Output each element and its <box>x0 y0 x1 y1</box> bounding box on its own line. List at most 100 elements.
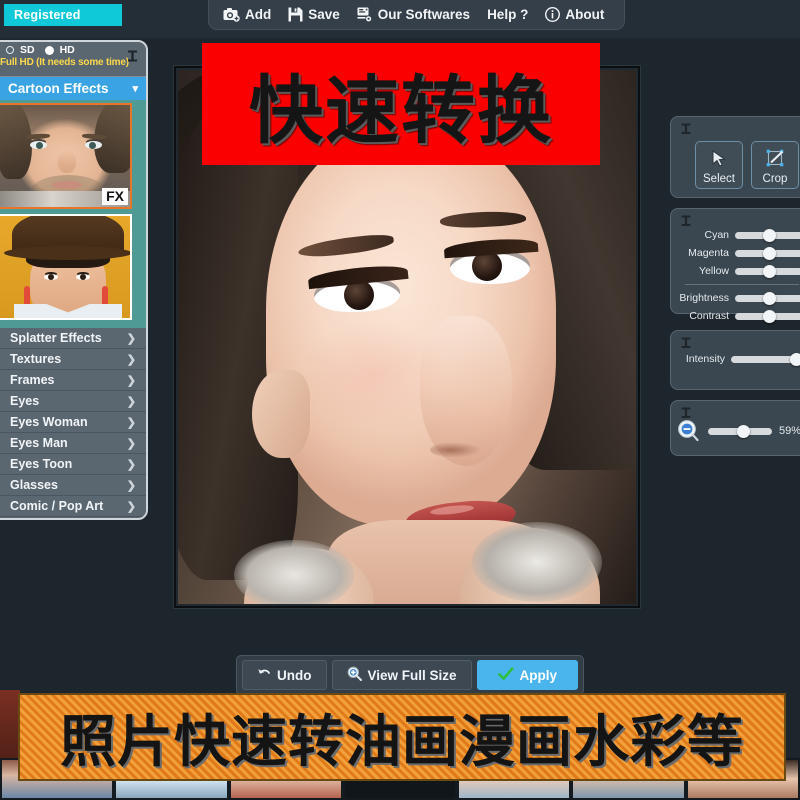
view-full-size-label: View Full Size <box>367 667 457 683</box>
promo-banner-bottom: 照片快速转油画漫画水彩等 <box>18 693 786 781</box>
slider-row-yellow: Yellow <box>677 263 800 279</box>
slider-knob[interactable] <box>762 228 776 242</box>
pin-icon[interactable] <box>127 50 138 67</box>
pin-icon[interactable] <box>681 123 691 139</box>
brightness-slider[interactable] <box>735 291 800 305</box>
sidebar-item-label: Eyes Man <box>10 436 68 450</box>
menu-item-label: About <box>565 7 605 22</box>
chevron-right-icon: ❯ <box>126 332 136 345</box>
contrast-label: Contrast <box>689 310 729 322</box>
sidebar-item-label: Textures <box>10 352 62 366</box>
sidebar-item-label: Eyes <box>10 394 40 408</box>
quality-selector: SD HD Full HD (It needs some time) <box>0 42 146 76</box>
chevron-right-icon: ❯ <box>126 353 136 366</box>
sidebar-item-label: Eyes Woman <box>10 415 88 429</box>
menu-item-label: Save <box>308 7 340 22</box>
brightness-label: Brightness <box>679 292 729 304</box>
menu-item-label: Add <box>245 7 272 22</box>
sidebar-item-label: Splatter Effects <box>10 331 102 345</box>
slider-row-intensity: Intensity <box>677 351 800 367</box>
action-button-bar: Undo View Full Size Apply <box>236 655 584 695</box>
menu-item-save[interactable]: Save <box>288 7 340 22</box>
sidebar-item-glasses[interactable]: Glasses ❯ <box>0 475 146 496</box>
sidebar-item-splatter-effects[interactable]: Splatter Effects ❯ <box>0 328 146 349</box>
chevron-right-icon: ❯ <box>126 437 136 450</box>
view-full-size-button[interactable]: View Full Size <box>331 660 472 690</box>
slider-knob[interactable] <box>762 291 776 305</box>
cyan-slider[interactable] <box>735 228 800 242</box>
slider-row-contrast: Contrast <box>677 308 800 324</box>
slider-knob[interactable] <box>762 264 776 278</box>
crop-tool-button[interactable]: Crop <box>751 141 799 189</box>
sidebar-item-label: Comic / Pop Art <box>10 499 104 513</box>
main-menu: Add Save Our Softwares Help ? About <box>208 0 625 30</box>
sidebar-item-label: Eyes Toon <box>10 457 73 471</box>
category-header-label: Cartoon Effects <box>8 81 109 96</box>
category-header-cartoon-effects[interactable]: Cartoon Effects ▾ <box>0 76 146 100</box>
check-icon <box>497 666 514 684</box>
sd-label: SD <box>20 44 35 56</box>
sidebar-item-eyes[interactable]: Eyes ❯ <box>0 391 146 412</box>
effect-thumbnail-2[interactable] <box>0 214 132 320</box>
yellow-label: Yellow <box>699 265 729 277</box>
info-circle-icon <box>545 6 561 23</box>
promo-banner-top: 快速转换 <box>202 43 600 165</box>
effects-sidebar: SD HD Full HD (It needs some time) Carto… <box>0 40 148 520</box>
menu-item-our-softwares[interactable]: Our Softwares <box>357 7 470 22</box>
undo-arrow-icon <box>257 667 271 683</box>
yellow-slider[interactable] <box>735 264 800 278</box>
portrait-illustration-2 <box>0 216 130 318</box>
registered-badge: Registered <box>4 4 122 26</box>
pin-icon[interactable] <box>681 215 691 231</box>
sidebar-item-frames[interactable]: Frames ❯ <box>0 370 146 391</box>
hd-radio[interactable] <box>44 45 54 55</box>
chevron-down-icon: ▾ <box>132 83 138 95</box>
apply-button[interactable]: Apply <box>476 660 578 690</box>
floppy-disk-icon <box>288 7 303 22</box>
chevron-right-icon: ❯ <box>126 416 136 429</box>
pin-icon[interactable] <box>681 407 691 423</box>
slider-knob[interactable] <box>790 352 800 366</box>
chevron-right-icon: ❯ <box>126 500 136 513</box>
chevron-right-icon: ❯ <box>126 374 136 387</box>
pin-icon[interactable] <box>681 337 691 353</box>
intensity-slider[interactable] <box>731 352 800 366</box>
effect-thumbnail-1[interactable]: FX <box>0 103 132 209</box>
slider-knob[interactable] <box>762 246 776 260</box>
apply-button-label: Apply <box>519 667 558 683</box>
select-tool-label: Select <box>703 173 735 185</box>
magnifier-plus-icon <box>347 666 362 684</box>
crop-icon <box>766 149 785 173</box>
sidebar-item-textures[interactable]: Textures ❯ <box>0 349 146 370</box>
select-tool-button[interactable]: Select <box>695 141 743 189</box>
undo-button[interactable]: Undo <box>242 660 327 690</box>
slider-knob[interactable] <box>762 309 776 323</box>
zoom-slider[interactable] <box>708 424 772 438</box>
sd-radio[interactable] <box>6 46 14 54</box>
monitor-icon <box>357 7 373 22</box>
menu-item-label: Our Softwares <box>377 7 471 22</box>
sidebar-item-eyes-toon[interactable]: Eyes Toon ❯ <box>0 454 146 475</box>
menu-item-about[interactable]: About <box>545 6 605 23</box>
sidebar-item-label: Glasses <box>10 478 58 492</box>
menu-item-help[interactable]: Help ? <box>487 7 528 22</box>
effect-thumbnail-list: FX <box>0 100 146 328</box>
sidebar-item-eyes-man[interactable]: Eyes Man ❯ <box>0 433 146 454</box>
panel-divider <box>685 284 799 285</box>
chevron-right-icon: ❯ <box>126 479 136 492</box>
sidebar-item-comic-pop-art[interactable]: Comic / Pop Art ❯ <box>0 496 146 517</box>
sidebar-item-label: Frames <box>10 373 55 387</box>
full-hd-note: Full HD (It needs some time) <box>0 57 129 68</box>
undo-button-label: Undo <box>277 667 312 683</box>
slider-knob[interactable] <box>736 424 750 438</box>
magenta-slider[interactable] <box>735 246 800 260</box>
menu-item-add[interactable]: Add <box>223 7 271 22</box>
slider-row-magenta: Magenta <box>677 245 800 261</box>
crop-tool-label: Crop <box>762 173 788 185</box>
contrast-slider[interactable] <box>735 309 800 323</box>
tools-panel: Select Crop <box>670 116 800 198</box>
intensity-panel: Intensity <box>670 330 800 390</box>
menu-item-label: Help ? <box>487 7 529 22</box>
top-bar: Registered Add Save Our Softwares Help ?… <box>0 0 800 38</box>
sidebar-item-eyes-woman[interactable]: Eyes Woman ❯ <box>0 412 146 433</box>
